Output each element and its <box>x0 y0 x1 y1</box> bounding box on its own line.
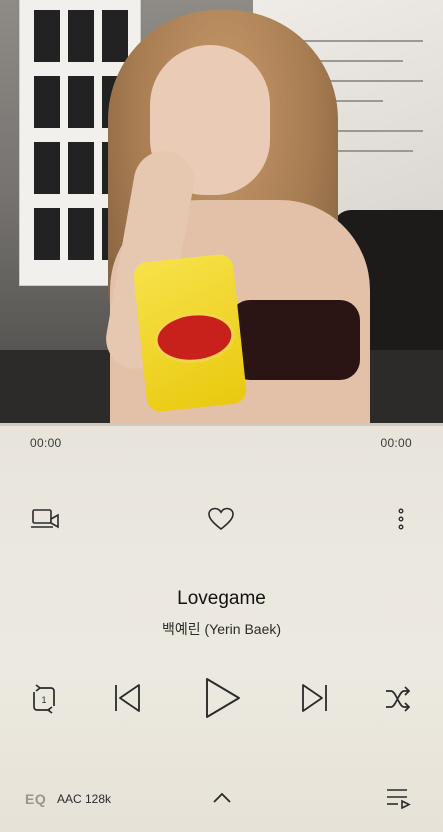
shuffle-icon <box>386 686 411 712</box>
cast-icon <box>31 509 59 529</box>
codec-label: AAC 128k <box>57 792 112 806</box>
previous-button[interactable] <box>110 681 144 715</box>
skip-next-icon <box>302 684 327 712</box>
repeat-button[interactable]: 1 <box>28 683 60 715</box>
next-button[interactable] <box>298 681 332 715</box>
more-vertical-icon <box>398 508 404 530</box>
heart-icon <box>208 507 234 531</box>
expand-button[interactable] <box>208 787 236 809</box>
shuffle-button[interactable] <box>382 683 414 715</box>
skip-previous-icon <box>115 684 140 712</box>
playlist-icon <box>387 789 411 809</box>
play-button[interactable] <box>199 675 245 721</box>
queue-button[interactable] <box>383 785 413 811</box>
track-title: Lovegame <box>177 588 266 609</box>
chevron-up-icon <box>213 792 231 803</box>
track-artist[interactable]: 백예린 (Yerin Baek) <box>0 619 443 639</box>
like-button[interactable] <box>205 504 237 534</box>
eq-button[interactable]: EQ <box>25 791 46 807</box>
elapsed-time: 00:00 <box>30 436 62 450</box>
art-chip-bag <box>132 253 248 413</box>
art-chip-logo <box>152 308 237 367</box>
art-garment <box>230 300 360 380</box>
repeat-one-icon: 1 <box>33 684 55 714</box>
play-icon <box>206 678 240 718</box>
album-art <box>0 0 443 423</box>
total-time: 00:00 <box>380 436 412 450</box>
cast-button[interactable] <box>28 505 62 533</box>
progress-bar[interactable] <box>0 423 443 426</box>
repeat-badge: 1 <box>42 695 47 705</box>
more-button[interactable] <box>390 505 412 533</box>
player-panel: 00:00 00:00 Lovegame 백예린 (Yerin Baek) 1 <box>0 423 443 832</box>
